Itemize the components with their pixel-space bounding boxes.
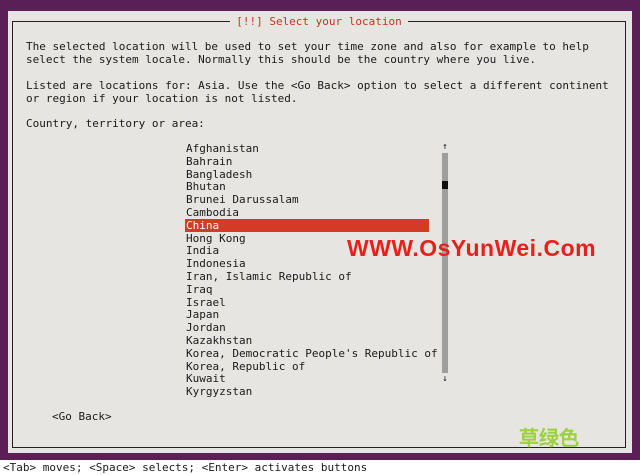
country-item[interactable]: Japan xyxy=(185,308,429,321)
country-item[interactable]: China xyxy=(185,218,429,232)
country-item[interactable]: Kazakhstan xyxy=(185,334,429,347)
country-item[interactable]: Israel xyxy=(185,296,429,309)
dialog-title: [!!] Select your location xyxy=(13,15,625,28)
country-item[interactable]: Cambodia xyxy=(185,206,429,219)
continent-note-text: Listed are locations for: Asia. Use the … xyxy=(26,79,609,105)
down-arrow-icon[interactable]: ↓ xyxy=(441,374,449,384)
country-item[interactable]: Korea, Republic of xyxy=(185,360,429,373)
location-dialog: [!!] Select your location The selected l… xyxy=(8,11,632,453)
country-item[interactable]: Korea, Democratic People's Republic of xyxy=(185,347,438,360)
country-item[interactable]: Afghanistan xyxy=(185,142,429,155)
go-back-button[interactable]: <Go Back> xyxy=(52,410,112,423)
scrollbar[interactable]: ↑ ↓ xyxy=(441,142,449,385)
watermark-chinese: 草绿色 xyxy=(519,426,579,450)
scrollbar-thumb[interactable] xyxy=(442,181,448,189)
country-list[interactable]: Afghanistan Bahrain Bangladesh Bhutan Brunei… xyxy=(185,142,438,398)
country-item[interactable]: Jordan xyxy=(185,321,429,334)
watermark-site: WWW.OsYunWei.Com xyxy=(347,235,597,261)
country-item[interactable]: Bhutan xyxy=(185,180,429,193)
country-item[interactable]: Bahrain xyxy=(185,155,429,168)
country-item[interactable]: Iraq xyxy=(185,283,429,296)
country-item[interactable]: Kuwait xyxy=(185,372,429,385)
list-label: Country, territory or area: xyxy=(26,117,205,130)
country-item[interactable]: Brunei Darussalam xyxy=(185,193,429,206)
up-arrow-icon[interactable]: ↑ xyxy=(441,142,449,152)
description-text: The selected location will be used to se… xyxy=(26,40,589,66)
status-bar: <Tab> moves; <Space> selects; <Enter> ac… xyxy=(0,460,640,475)
scrollbar-track[interactable] xyxy=(442,153,448,373)
country-item[interactable]: Bangladesh xyxy=(185,168,429,181)
country-item[interactable]: Kyrgyzstan xyxy=(185,385,429,398)
country-item[interactable]: Iran, Islamic Republic of xyxy=(185,270,429,283)
